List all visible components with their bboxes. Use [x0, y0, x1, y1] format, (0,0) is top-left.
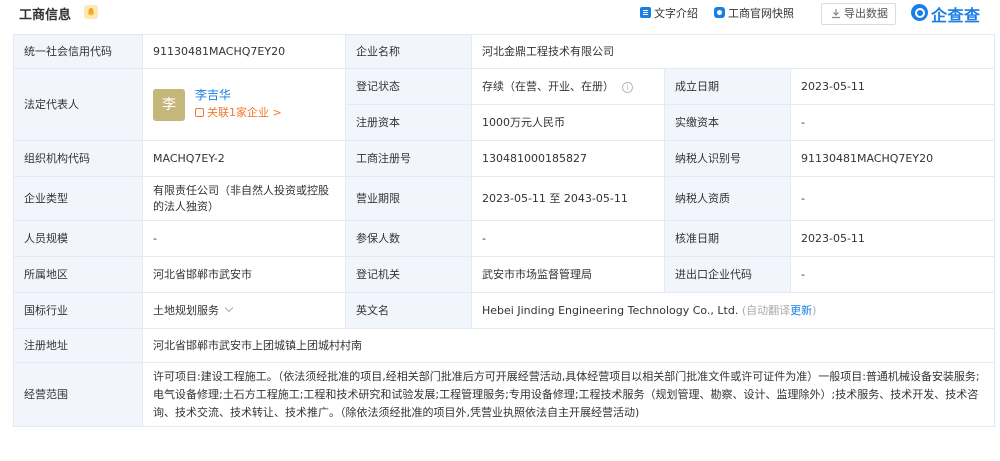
document-icon	[640, 7, 651, 18]
staff-size-value: -	[142, 220, 346, 257]
address-label: 注册地址	[13, 328, 143, 363]
export-data-label: 导出数据	[844, 7, 888, 20]
reg-number-value: 130481000185827	[471, 140, 665, 177]
table-row: 经营范围 许可项目:建设工程施工。（依法须经批准的项目,经相关部门批准后方可开展…	[13, 362, 995, 427]
table-row: 企业类型 有限责任公司（非自然人投资或控股的法人独资） 营业期限 2023-05…	[13, 176, 995, 221]
term-label: 营业期限	[345, 176, 472, 221]
auto-translate-note: (自动翻译	[741, 303, 791, 317]
insured-label: 参保人数	[345, 220, 472, 257]
related-companies-label: 关联1家企业 >	[207, 105, 282, 119]
taxpayer-qual-value: -	[790, 176, 995, 221]
company-name-label: 企业名称	[345, 34, 472, 69]
avatar[interactable]: 李	[153, 88, 185, 121]
taxpayer-id-value: 91130481MACHQ7EY20	[790, 140, 995, 177]
reg-number-label: 工商注册号	[345, 140, 472, 177]
approval-date-label: 核准日期	[664, 220, 791, 257]
reg-capital-value: 1000万元人民币	[471, 104, 665, 141]
authority-value: 武安市市场监督管理局	[471, 256, 665, 293]
paid-capital-label: 实缴资本	[664, 104, 791, 141]
related-companies-link[interactable]: 关联1家企业 >	[195, 105, 282, 121]
industry-label: 国标行业	[13, 292, 143, 329]
scope-value: 许可项目:建设工程施工。（依法须经批准的项目,经相关部门批准后方可开展经营活动,…	[142, 362, 995, 427]
text-intro-button[interactable]: 文字介绍	[640, 5, 698, 21]
credit-code-label: 统一社会信用代码	[13, 34, 143, 69]
address-value: 河北省邯郸市武安市上团城镇上团城村村南	[142, 328, 995, 363]
table-row: 统一社会信用代码 91130481MACHQ7EY20 企业名称 河北金鼎工程技…	[13, 34, 995, 69]
section-title: 工商信息	[19, 8, 72, 23]
authority-label: 登记机关	[345, 256, 472, 293]
company-name-value: 河北金鼎工程技术有限公司	[471, 34, 995, 69]
bell-icon[interactable]	[84, 5, 98, 19]
info-icon[interactable]: i	[622, 81, 633, 93]
insured-value: -	[471, 220, 665, 257]
table-row: 注册地址 河北省邯郸市武安市上团城镇上团城村村南	[13, 328, 995, 363]
english-name-label: 英文名	[345, 292, 472, 329]
section-header: 工商信息 文字介绍 工商官网快照 导出数据 企查查	[0, 0, 1000, 28]
update-translation-link[interactable]: 更新	[790, 304, 812, 317]
import-export-value: -	[790, 256, 995, 293]
scope-label: 经营范围	[13, 362, 143, 427]
table-row: 国标行业 土地规划服务 英文名 Hebei Jinding Engineerin…	[13, 292, 995, 329]
taxpayer-qual-label: 纳税人资质	[664, 176, 791, 221]
logo-icon	[911, 4, 928, 21]
export-data-button[interactable]: 导出数据	[821, 3, 896, 25]
camera-icon	[714, 7, 725, 18]
text-intro-label: 文字介绍	[654, 7, 698, 20]
business-info-table: 统一社会信用代码 91130481MACHQ7EY20 企业名称 河北金鼎工程技…	[13, 34, 995, 427]
reg-status-cell: 存续（在营、开业、在册） i	[471, 68, 665, 105]
table-row: 人员规模 - 参保人数 - 核准日期 2023-05-11	[13, 220, 995, 257]
english-name-value: Hebei Jinding Engineering Technology Co.…	[482, 303, 739, 317]
reg-status-value: 存续（在营、开业、在册）	[482, 79, 614, 93]
industry-dropdown[interactable]: 土地规划服务	[142, 292, 346, 329]
link-icon	[195, 107, 204, 117]
established-value: 2023-05-11	[790, 68, 995, 105]
auto-translate-note-close: )	[812, 303, 817, 317]
logo-text: 企查查	[931, 6, 981, 25]
established-label: 成立日期	[664, 68, 791, 105]
reg-capital-label: 注册资本	[345, 104, 472, 141]
legal-rep-cell: 李 李吉华 关联1家企业 >	[142, 68, 346, 141]
staff-size-label: 人员规模	[13, 220, 143, 257]
import-export-label: 进出口企业代码	[664, 256, 791, 293]
english-name-cell: Hebei Jinding Engineering Technology Co.…	[471, 292, 995, 329]
paid-capital-value: -	[790, 104, 995, 141]
chevron-down-icon	[224, 303, 234, 312]
table-row: 所属地区 河北省邯郸市武安市 登记机关 武安市市场监督管理局 进出口企业代码 -	[13, 256, 995, 293]
region-value: 河北省邯郸市武安市	[142, 256, 346, 293]
company-type-label: 企业类型	[13, 176, 143, 221]
industry-value: 土地规划服务	[153, 303, 219, 317]
org-code-value: MACHQ7EY-2	[142, 140, 346, 177]
table-row: 法定代表人 李 李吉华 关联1家企业 > 登记状态 存续（在营、开业、在册） i …	[13, 68, 995, 141]
company-type-value: 有限责任公司（非自然人投资或控股的法人独资）	[142, 176, 346, 221]
snapshot-button[interactable]: 工商官网快照	[714, 5, 794, 21]
term-value: 2023-05-11 至 2043-05-11	[471, 176, 665, 221]
taxpayer-id-label: 纳税人识别号	[664, 140, 791, 177]
snapshot-label: 工商官网快照	[728, 7, 794, 20]
region-label: 所属地区	[13, 256, 143, 293]
legal-rep-name-link[interactable]: 李吉华	[195, 87, 231, 103]
reg-status-label: 登记状态	[345, 68, 472, 105]
legal-rep-label: 法定代表人	[13, 68, 143, 141]
table-row: 组织机构代码 MACHQ7EY-2 工商注册号 130481000185827 …	[13, 140, 995, 177]
org-code-label: 组织机构代码	[13, 140, 143, 177]
approval-date-value: 2023-05-11	[790, 220, 995, 257]
credit-code-value: 91130481MACHQ7EY20	[142, 34, 346, 69]
download-icon	[832, 9, 840, 19]
